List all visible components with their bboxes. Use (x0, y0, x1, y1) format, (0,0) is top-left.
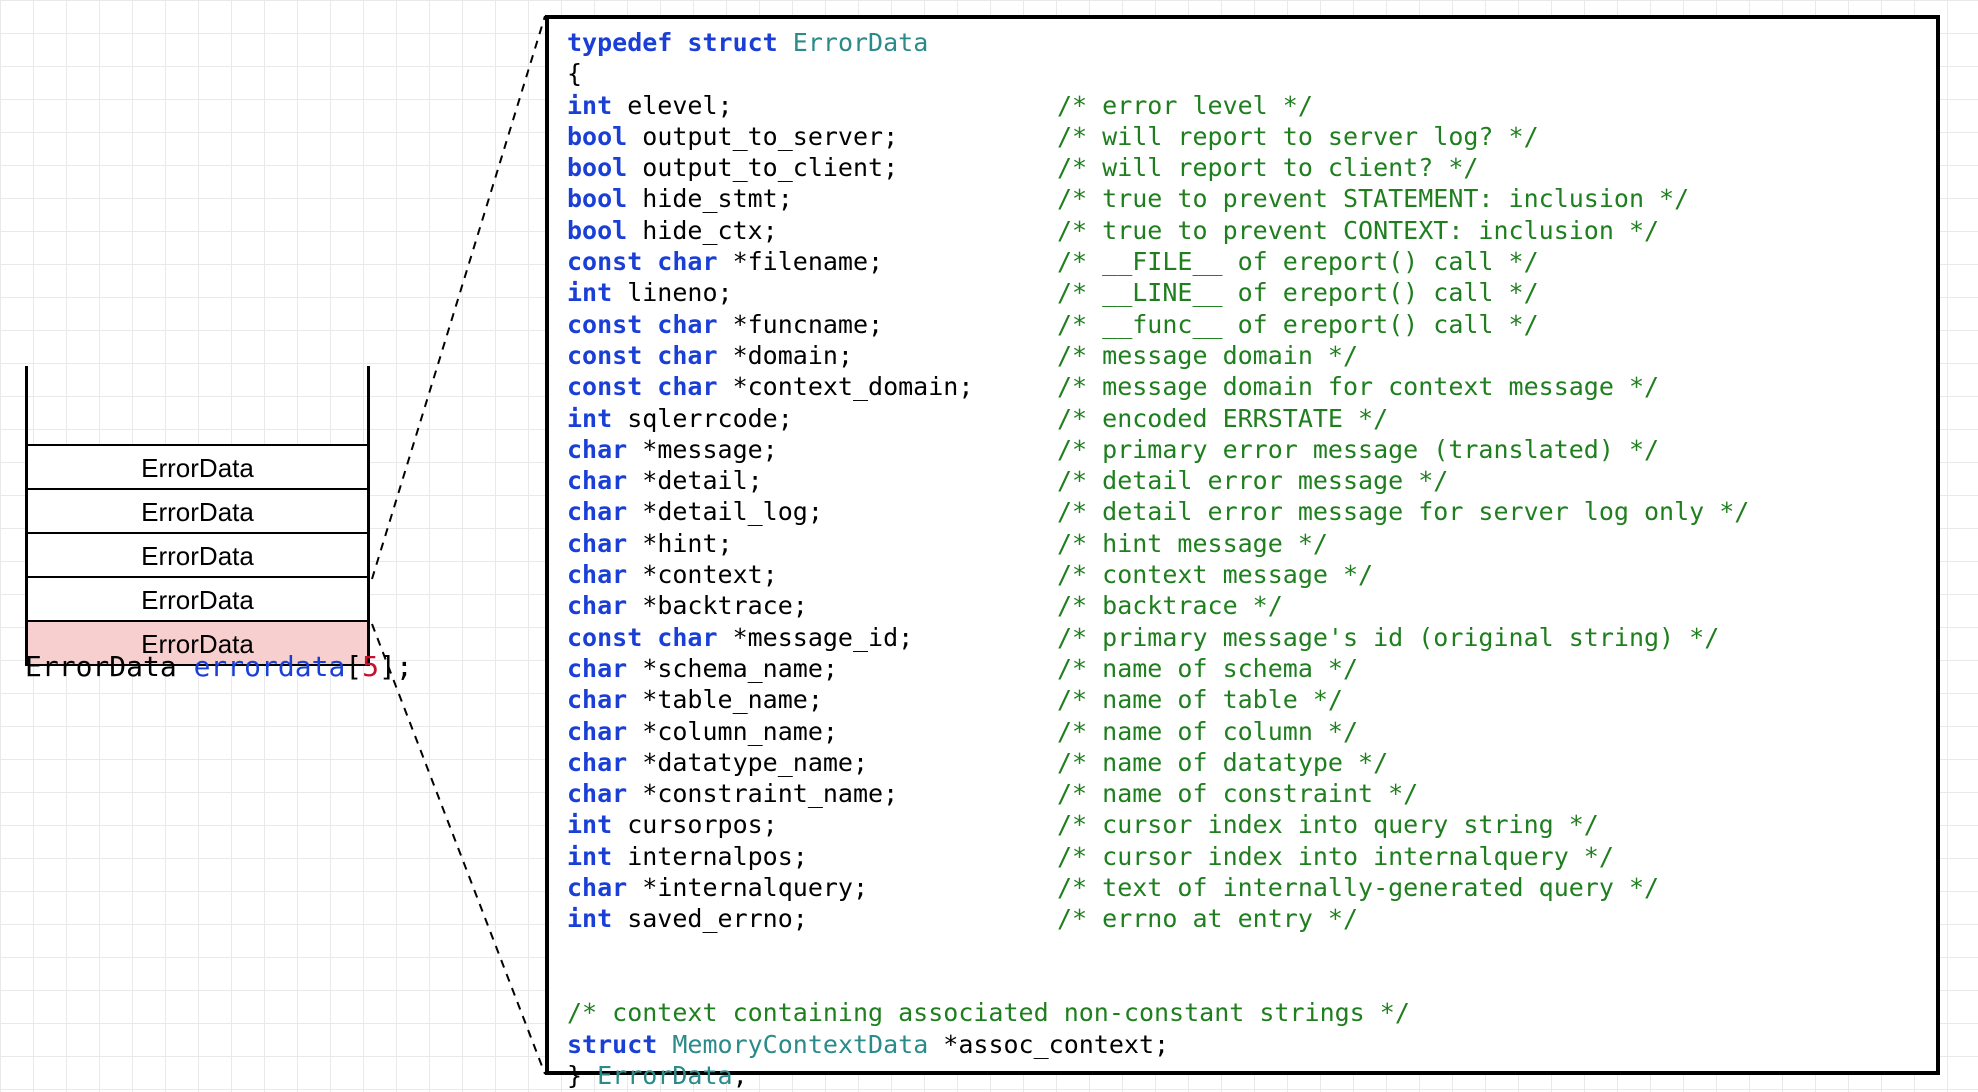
array-declaration: ErrorData errordata[5]; (25, 650, 413, 683)
decl-bracket-close: ]; (379, 650, 413, 683)
assoc-struct-name: MemoryContextData (672, 1030, 928, 1059)
close-name: ErrorData (582, 1061, 733, 1090)
decl-bracket-open: [ (345, 650, 362, 683)
assoc-rest: *assoc_context; (928, 1030, 1169, 1059)
struct-fields: int elevel;/* error level */ bool output… (567, 90, 1918, 966)
stack-row: ErrorData (25, 578, 370, 622)
decl-var: errordata (194, 650, 346, 683)
open-brace: { (567, 59, 582, 88)
decl-type: ErrorData (25, 650, 177, 683)
assoc-context-comment: /* context containing associated non-con… (567, 998, 1410, 1027)
errordata-stack: ErrorData ErrorData ErrorData ErrorData … (25, 366, 370, 666)
stack-leading-space (25, 366, 370, 446)
decl-index: 5 (362, 650, 379, 683)
close-semi: ; (733, 1061, 748, 1090)
kw-typedef: typedef (567, 28, 672, 57)
stack-row: ErrorData (25, 534, 370, 578)
close-brace: } (567, 1061, 582, 1090)
stack-row: ErrorData (25, 490, 370, 534)
struct-definition-code: typedef struct ErrorData { int elevel;/*… (545, 15, 1940, 1075)
struct-name: ErrorData (793, 28, 928, 57)
stack-row: ErrorData (25, 446, 370, 490)
kw-struct2: struct (567, 1030, 657, 1059)
kw-struct: struct (687, 28, 777, 57)
